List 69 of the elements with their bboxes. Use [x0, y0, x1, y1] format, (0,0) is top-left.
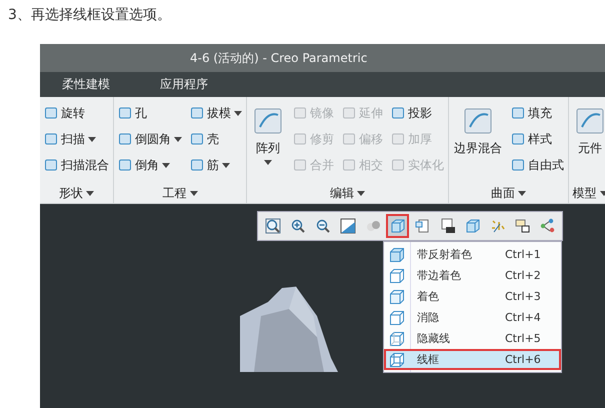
cube-icon[interactable]: [386, 214, 409, 238]
tool-icon: [118, 106, 132, 120]
tool-icon: [118, 158, 132, 172]
ribbon-button[interactable]: 孔: [117, 101, 183, 125]
tool-icon: [342, 106, 356, 120]
tool-icon: [391, 158, 405, 172]
ribbon-button[interactable]: 拔模: [189, 101, 243, 125]
tool-icon: [190, 106, 204, 120]
tool-icon: [391, 132, 405, 146]
tool-icon: [44, 132, 58, 146]
ribbon-button[interactable]: 倒圆角: [117, 127, 183, 151]
ribbon-button[interactable]: 扫描混合: [43, 153, 110, 177]
ribbon-button[interactable]: 样式: [510, 127, 565, 151]
tool-icon: [293, 158, 307, 172]
tool-icon: [293, 106, 307, 120]
window-title: 4-6 (活动的) - Creo Parametric: [190, 50, 368, 66]
caret-icon: [174, 136, 182, 142]
tool-icon: [511, 132, 525, 146]
cube-icon: [389, 310, 405, 326]
group-label[interactable]: 模型: [572, 183, 605, 203]
ribbon-button[interactable]: 壳: [189, 127, 243, 151]
tool-icon: [511, 158, 525, 172]
caret-icon: [88, 136, 96, 142]
ribbon-button[interactable]: 筋: [189, 153, 243, 177]
cube-icon: [389, 352, 405, 368]
tool-icon: [342, 158, 356, 172]
menu-tab[interactable]: 柔性建模: [52, 74, 120, 95]
menu-tab[interactable]: 应用程序: [150, 74, 218, 95]
ribbon-button[interactable]: 倒角: [117, 153, 183, 177]
tool-icon: [511, 106, 525, 120]
caret-icon: [222, 162, 230, 168]
ribbon-button[interactable]: 自由式: [510, 153, 565, 177]
cube-icon: [389, 288, 405, 304]
tool-icon: [44, 106, 58, 120]
ribbon-button[interactable]: 旋转: [43, 101, 110, 125]
ribbon-button[interactable]: 扫描: [43, 127, 110, 151]
caret-icon: [86, 190, 94, 196]
menu-item[interactable]: 隐藏线 Ctrl+5: [384, 328, 561, 349]
tool-icon: [118, 132, 132, 146]
menu-item[interactable]: 带反射着色 Ctrl+1: [384, 244, 561, 265]
caption-text: 3、再选择线框设置选项。: [7, 6, 172, 25]
caret-icon: [234, 110, 242, 116]
ribbon-button[interactable]: 投影: [390, 101, 445, 125]
caret-icon: [518, 190, 526, 196]
caret-icon: [190, 190, 198, 196]
menu-item[interactable]: 带边着色 Ctrl+2: [384, 265, 561, 286]
tool-icon: [293, 132, 307, 146]
tool-icon: [190, 158, 204, 172]
cube-icon: [389, 330, 405, 346]
group-label[interactable]: 工程: [117, 183, 243, 203]
caret-icon: [162, 162, 170, 168]
caret-icon: [264, 160, 272, 165]
menu-item[interactable]: 着色 Ctrl+3: [384, 286, 561, 307]
cube-icon: [389, 268, 405, 284]
group-label[interactable]: 编辑: [250, 183, 445, 203]
caret-icon: [357, 190, 365, 196]
tool-icon: [391, 106, 405, 120]
group-label[interactable]: 曲面: [452, 183, 565, 203]
tool-icon: [342, 132, 356, 146]
ribbon-button[interactable]: 填充: [510, 101, 565, 125]
menu-item[interactable]: 线框 Ctrl+6: [384, 349, 561, 370]
ribbon-button[interactable]: 元件: [572, 101, 605, 161]
tool-icon: [44, 158, 58, 172]
tool-icon: [190, 132, 204, 146]
ribbon-button[interactable]: 阵列: [250, 101, 286, 169]
ribbon-button[interactable]: 边界混合: [452, 101, 504, 161]
cube-icon: [389, 246, 405, 262]
menu-item[interactable]: 消隐 Ctrl+4: [384, 307, 561, 328]
group-label[interactable]: 形状: [43, 183, 110, 203]
